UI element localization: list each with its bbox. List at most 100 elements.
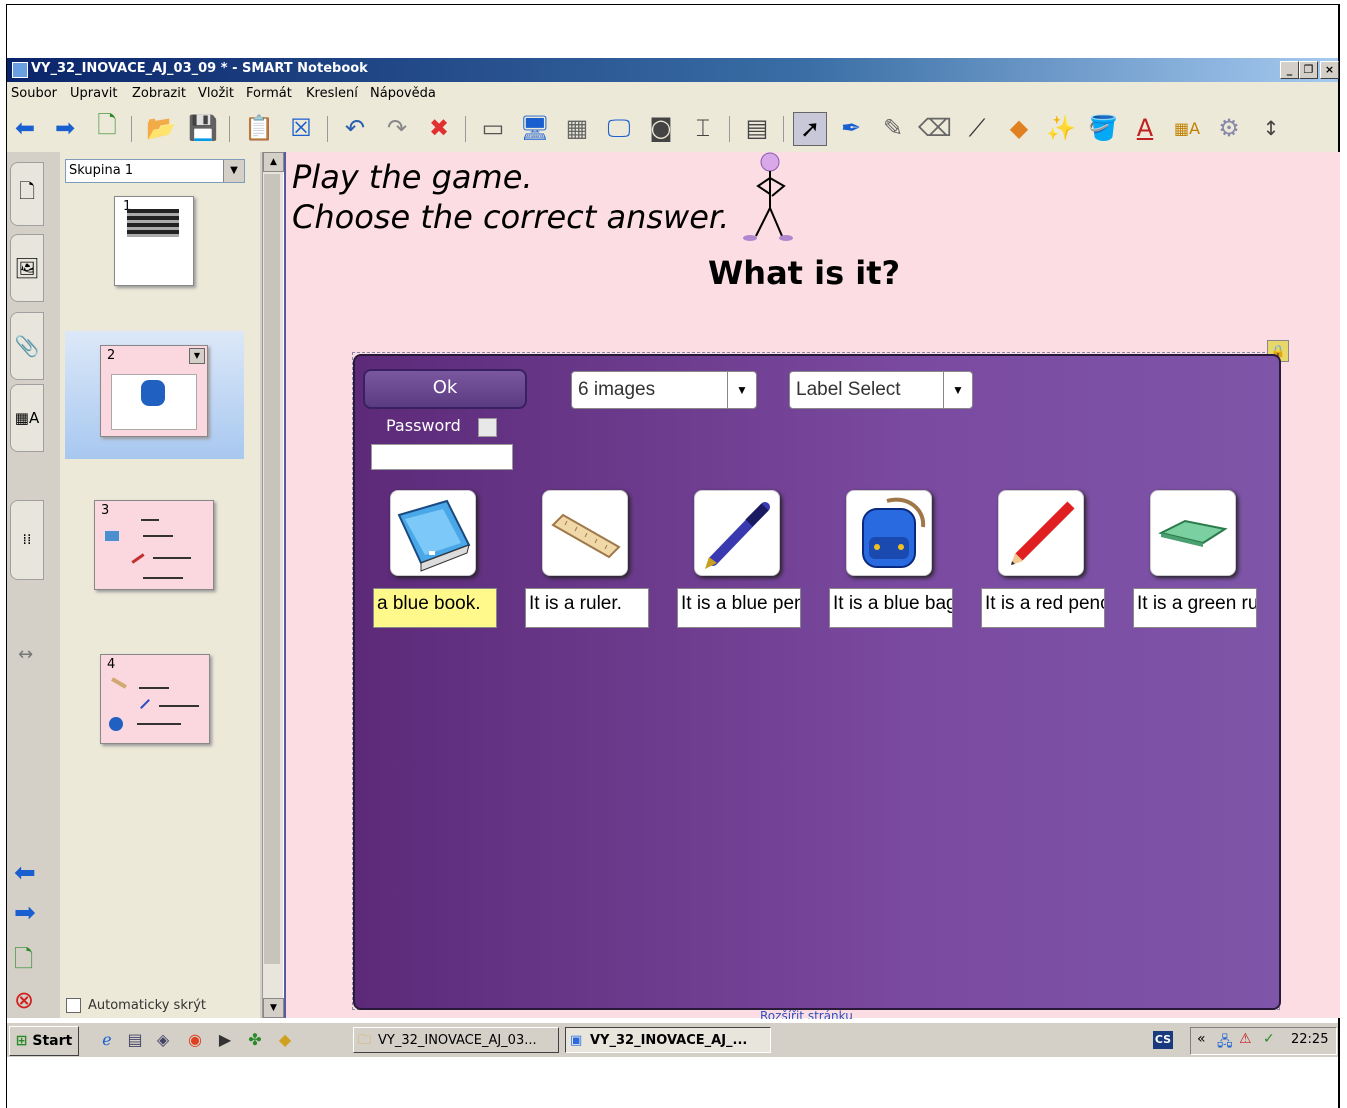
full-screen-icon[interactable]: 🖥 [519, 112, 551, 144]
password-field[interactable] [371, 444, 513, 470]
card-ruler[interactable] [542, 490, 628, 576]
fill-icon[interactable]: 🪣 [1087, 112, 1119, 144]
answer-label-4[interactable]: It is a blue bag [829, 588, 953, 628]
card-pencil[interactable] [998, 490, 1084, 576]
minimize-button[interactable]: _ [1280, 61, 1299, 79]
password-checkbox[interactable] [478, 418, 497, 437]
desktop-icon[interactable]: ◆ [275, 1030, 295, 1050]
properties-tab-icon[interactable]: ▦A [10, 384, 44, 452]
eraser-icon[interactable]: ⌫ [918, 112, 952, 144]
properties-icon[interactable]: ▦A [1171, 112, 1203, 144]
addons-tab-icon[interactable]: ⁞⁞ [10, 500, 44, 580]
answer-label-5[interactable]: It is a red pencil [981, 588, 1105, 628]
menu-format[interactable]: Formát [246, 86, 292, 101]
answer-label-2[interactable]: It is a ruler. [525, 588, 649, 628]
panel-resize-icon[interactable]: ↔ [18, 644, 33, 665]
magic-pen-icon[interactable]: ✨ [1045, 112, 1077, 144]
restore-button[interactable]: ❐ [1299, 61, 1318, 79]
app-icon[interactable]: ◈ [153, 1030, 173, 1050]
open-folder-icon[interactable]: 📂 [145, 112, 177, 144]
card-bag[interactable] [846, 490, 932, 576]
security-icon[interactable]: ⚠ [1239, 1031, 1252, 1047]
images-count-select[interactable]: 6 images ▼ [571, 371, 757, 409]
table-icon[interactable]: ▤ [741, 112, 773, 144]
media-player-icon[interactable]: ▶ [215, 1030, 235, 1050]
scroll-thumb[interactable] [264, 174, 280, 964]
scroll-down-icon[interactable]: ▼ [263, 998, 284, 1018]
measurement-icon[interactable]: ⚙ [1213, 112, 1245, 144]
delete-page-icon[interactable]: ☒ [285, 112, 317, 144]
document-camera-icon[interactable]: ⌶ [687, 112, 719, 144]
undo-icon[interactable]: ↶ [339, 112, 371, 144]
close-button[interactable]: × [1320, 61, 1339, 79]
select-arrow-icon[interactable]: ➚ [793, 112, 827, 146]
taskbar-notebook-window[interactable]: ▣ VY_32_INOVACE_AJ_... [565, 1027, 771, 1053]
sorter-delete-page-icon[interactable]: ⊗ [14, 986, 34, 1014]
sorter-previous-icon[interactable]: ⬅ [14, 858, 36, 888]
page-thumbnail-2[interactable]: 2 ▼ [100, 345, 208, 437]
dual-display-icon[interactable]: 🖵 [603, 112, 635, 144]
shape-icon[interactable]: ◆ [1003, 112, 1035, 144]
sorter-add-page-icon[interactable]: 🗋 [14, 942, 33, 983]
solitaire-icon[interactable]: ✤ [245, 1030, 265, 1050]
answer-label-6[interactable]: It is a green rubber [1133, 588, 1257, 628]
answer-label-3[interactable]: It is a blue pen [677, 588, 801, 628]
chrome-icon[interactable]: ◉ [185, 1030, 205, 1050]
menu-kresleni[interactable]: Kreslení [306, 86, 358, 101]
screen-shade-icon[interactable]: ▭ [477, 112, 509, 144]
delete-icon[interactable]: ✖ [423, 112, 455, 144]
language-indicator[interactable]: CS [1153, 1031, 1173, 1049]
paste-icon[interactable]: 📋 [243, 112, 275, 144]
page-thumbnail-3[interactable]: 3 [94, 500, 214, 590]
attachments-tab-icon[interactable]: 📎 [10, 312, 44, 380]
expand-page-link[interactable]: Rozšířit stránku [760, 1009, 880, 1019]
text-icon[interactable]: A [1129, 112, 1161, 144]
tools-icon[interactable]: ✓ [1263, 1031, 1275, 1047]
page-thumbnail-1[interactable]: 1 [114, 196, 194, 286]
menu-vlozit[interactable]: Vložit [198, 86, 234, 101]
network-icon[interactable]: 🖧 [1217, 1031, 1233, 1055]
chevron-down-icon[interactable]: ▼ [223, 160, 244, 182]
clock[interactable]: 22:25 [1291, 1032, 1328, 1047]
menu-upravit[interactable]: Upravit [70, 86, 117, 101]
label-select[interactable]: Label Select ▼ [789, 371, 973, 409]
save-icon[interactable]: 💾 [187, 112, 219, 144]
scroll-up-icon[interactable]: ▲ [263, 152, 284, 172]
answer-label-1[interactable]: a blue book. [373, 588, 497, 628]
forward-arrow-icon[interactable]: ➡ [49, 112, 81, 144]
page-thumbnail-4[interactable]: 4 [100, 654, 210, 744]
gallery-tab-icon[interactable]: 🖼 [10, 234, 44, 302]
toolbar-move-icon[interactable]: ↕ [1255, 112, 1287, 144]
notepad-icon[interactable]: ▤ [125, 1030, 145, 1050]
ok-button[interactable]: Ok [363, 369, 527, 409]
card-pen[interactable] [694, 490, 780, 576]
windows-logo-icon: ⊞ [15, 1033, 28, 1049]
sorter-next-icon[interactable]: ➡ [14, 898, 36, 928]
pen-icon[interactable]: ✒ [835, 112, 867, 144]
creative-pen-icon[interactable]: ✎ [877, 112, 909, 144]
back-arrow-icon[interactable]: ⬅ [9, 112, 41, 144]
tray-expand-chevron[interactable]: « [1197, 1031, 1206, 1047]
transparent-icon[interactable]: ▦ [561, 112, 593, 144]
menu-soubor[interactable]: Soubor [11, 86, 57, 101]
page-number: 3 [101, 503, 110, 518]
page-sorter-tab-icon[interactable]: 🗋 [10, 162, 44, 226]
autohide-checkbox[interactable] [66, 998, 81, 1013]
screen-capture-icon[interactable]: ◙ [645, 112, 677, 144]
internet-explorer-icon[interactable]: ℯ [97, 1030, 117, 1050]
stick-figure-icon [743, 152, 793, 241]
card-rubber[interactable] [1150, 490, 1236, 576]
card-book[interactable] [390, 490, 476, 576]
start-button[interactable]: ⊞ Start [9, 1026, 79, 1056]
add-page-icon[interactable]: 🗋 [91, 111, 123, 144]
bag-image-icon [862, 497, 926, 568]
menu-zobrazit[interactable]: Zobrazit [132, 86, 186, 101]
taskbar-folder-window[interactable]: 🗀 VY_32_INOVACE_AJ_03... [353, 1027, 559, 1053]
sorter-scrollbar[interactable]: ▲ ▼ [262, 152, 284, 1018]
chevron-down-icon[interactable]: ▼ [943, 372, 972, 408]
menu-napoveda[interactable]: Nápověda [370, 86, 436, 101]
redo-icon[interactable]: ↷ [381, 112, 413, 144]
line-icon[interactable]: ⟋ [961, 112, 993, 144]
chevron-down-icon[interactable]: ▼ [727, 372, 756, 408]
group-select[interactable]: Skupina 1 ▼ [65, 159, 245, 183]
